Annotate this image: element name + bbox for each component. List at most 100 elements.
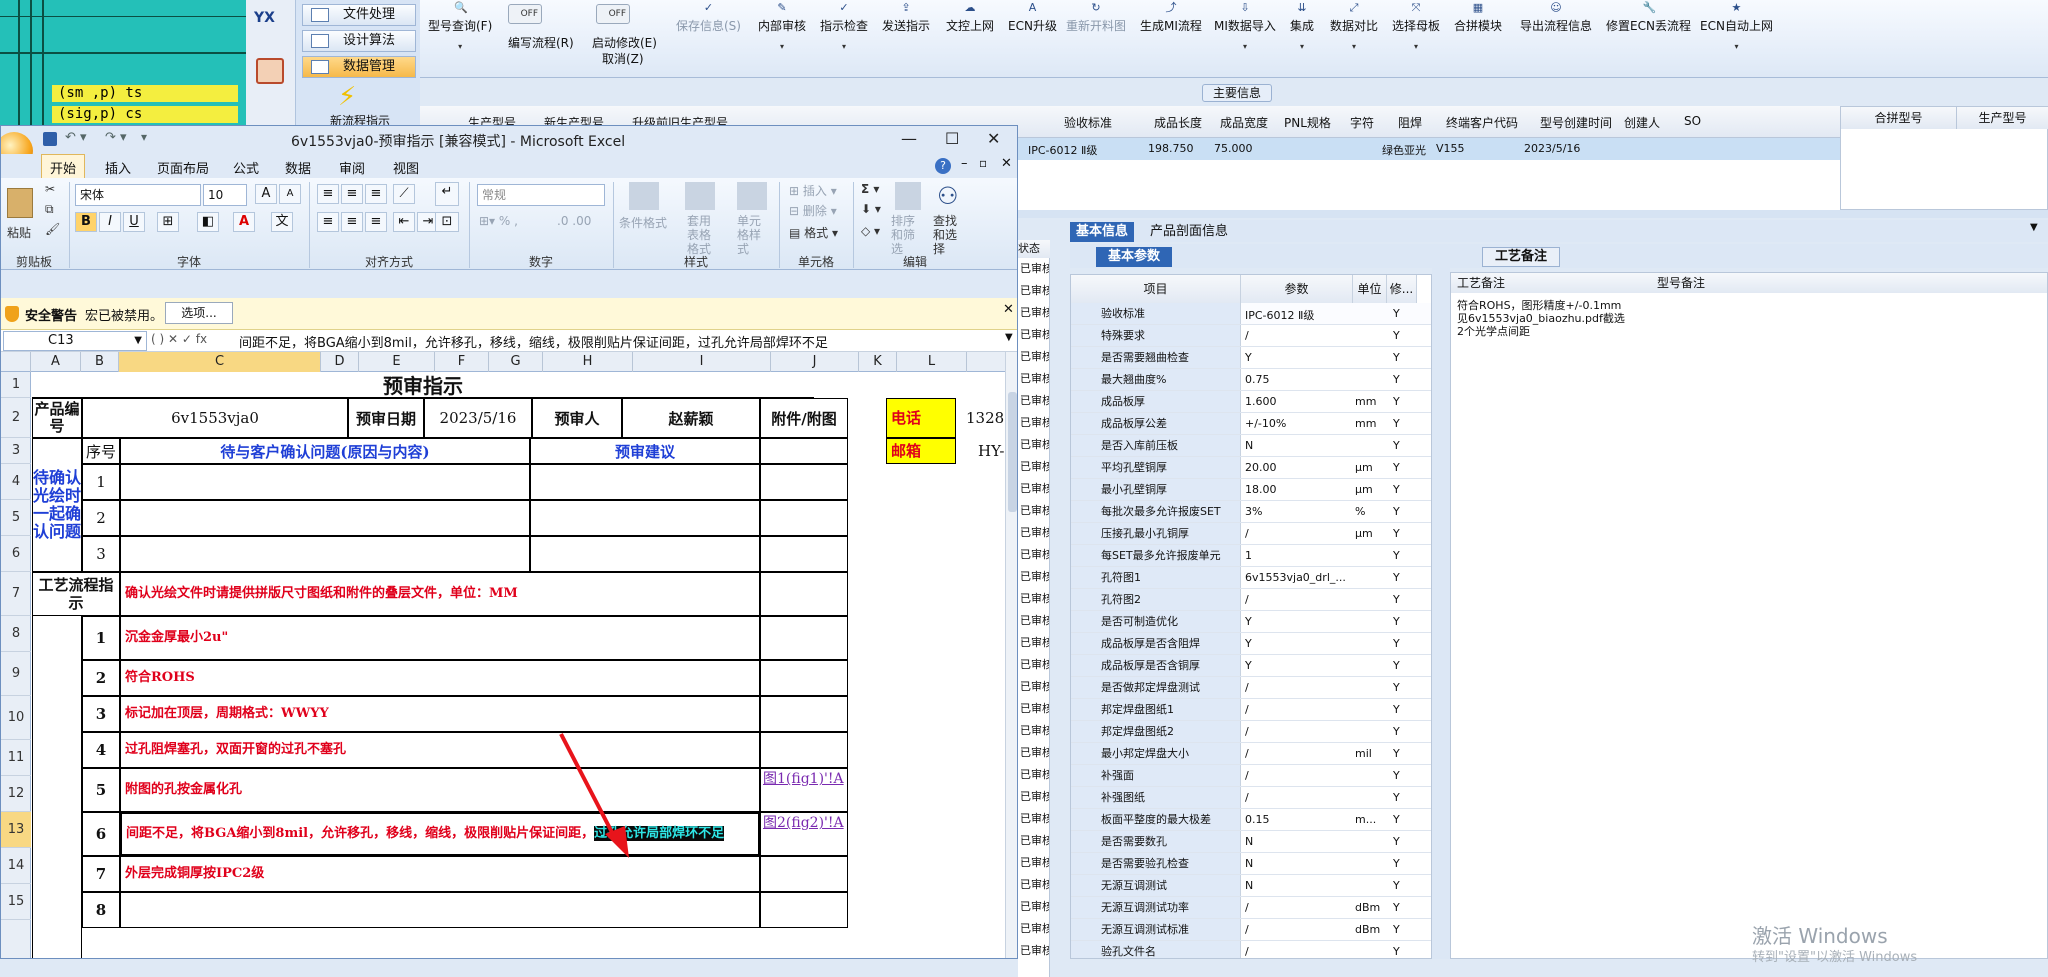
product-label[interactable]: 产品编号: [32, 398, 82, 438]
col-header-width[interactable]: 成品宽度: [1220, 114, 1268, 131]
clear-icon[interactable]: ◇ ▾: [861, 224, 880, 238]
reviewer-label[interactable]: 预审人: [532, 398, 622, 438]
suggest-cell[interactable]: [530, 464, 760, 500]
param-row[interactable]: 是否需要验孔检查 N Y: [1071, 853, 1431, 875]
param-row[interactable]: 邦定焊盘图纸2 / Y: [1071, 721, 1431, 743]
instruction-cell[interactable]: 外层完成铜厚按IPC2级: [120, 856, 760, 892]
format-painter-icon[interactable]: 🖌: [45, 222, 60, 236]
tab-basic-info[interactable]: 基本信息: [1070, 222, 1135, 242]
param-row[interactable]: 最小邦定焊盘大小 / mil Y: [1071, 743, 1431, 765]
seq-cell[interactable]: 7: [82, 856, 120, 892]
process-remark-text[interactable]: 符合ROHS，图形精度+/-0.1mm见6v1553vja0_biaozhu.p…: [1457, 299, 1627, 338]
row-header[interactable]: 1: [1, 372, 31, 398]
row-header[interactable]: 13: [1, 812, 31, 848]
status-cell[interactable]: 已审核: [1018, 918, 1049, 940]
col-header-length[interactable]: 成品长度: [1154, 114, 1202, 131]
status-header[interactable]: 状态: [1018, 240, 1050, 258]
instruction-cell[interactable]: 标记加在顶层，周期格式：WWYY: [120, 696, 760, 732]
column-header[interactable]: A: [31, 352, 81, 372]
attach-cell[interactable]: [760, 500, 848, 536]
column-header[interactable]: L: [897, 352, 967, 372]
column-header[interactable]: F: [435, 352, 489, 372]
font-size-select[interactable]: 10: [203, 184, 247, 206]
border-icon[interactable]: ⊞: [157, 212, 179, 232]
status-cell[interactable]: 已审核: [1018, 522, 1049, 544]
instruction-cell[interactable]: 符合ROHS: [120, 660, 760, 696]
italic-button[interactable]: I: [99, 212, 121, 232]
orientation-icon[interactable]: ⟋: [393, 184, 415, 204]
col-header-pnl[interactable]: PNL规格: [1284, 114, 1331, 131]
status-cell[interactable]: 已审核: [1018, 874, 1049, 896]
status-cell[interactable]: 已审核: [1018, 698, 1049, 720]
col-header-model-remark[interactable]: 型号备注: [1651, 273, 2047, 293]
seq-cell[interactable]: 5: [82, 768, 120, 812]
status-cell[interactable]: 已审核: [1018, 588, 1049, 610]
review-date[interactable]: 2023/5/16: [424, 398, 532, 438]
seq-cell[interactable]: 2: [82, 500, 120, 536]
param-row[interactable]: 最大翘曲度% 0.75 Y: [1071, 369, 1431, 391]
align-right-icon[interactable]: ≡: [365, 212, 387, 232]
scroll-thumb[interactable]: [1008, 392, 1017, 512]
tab-view[interactable]: 视图: [393, 158, 419, 177]
integrate-button[interactable]: ⇊ 集成 ▾: [1290, 2, 1314, 51]
status-cell[interactable]: 已审核: [1018, 720, 1049, 742]
worksheet-grid[interactable]: 预审指示 产品编号 6v1553vja0 预审日期 2023/5/16 预审人 …: [32, 372, 1016, 958]
attachment-link[interactable]: [760, 660, 848, 696]
fill-icon[interactable]: ⬇ ▾: [861, 202, 881, 216]
param-row[interactable]: 验孔文件名 / Y: [1071, 941, 1431, 958]
column-header[interactable]: H: [543, 352, 633, 372]
row-header[interactable]: 6: [1, 536, 31, 572]
tab-profile-info[interactable]: 产品剖面信息: [1144, 222, 1234, 242]
align-center-icon[interactable]: ≡: [341, 212, 363, 232]
instruction-cell[interactable]: 附图的孔按金属化孔: [120, 768, 760, 812]
tab-review[interactable]: 审阅: [339, 158, 365, 177]
tab-process-remark[interactable]: 工艺备注: [1482, 247, 1561, 267]
status-cell[interactable]: 已审核: [1018, 852, 1049, 874]
col-header-so[interactable]: SO: [1684, 114, 1701, 128]
align-left-icon[interactable]: ≡: [317, 212, 339, 232]
select-all-corner[interactable]: [1, 352, 31, 372]
issue-header[interactable]: 待与客户确认问题(原因与内容): [120, 438, 530, 464]
tab-insert[interactable]: 插入: [105, 158, 131, 177]
row-header[interactable]: 12: [1, 776, 31, 812]
tab-home[interactable]: 开始: [41, 154, 86, 178]
number-format-select[interactable]: 常规: [477, 184, 605, 206]
attachment-label[interactable]: 附件/附图: [760, 398, 848, 438]
col-header-mask[interactable]: 阻焊: [1398, 114, 1422, 131]
options-button[interactable]: 选项...: [165, 302, 233, 324]
param-row[interactable]: 补强图纸 / Y: [1071, 787, 1431, 809]
row-header[interactable]: 3: [1, 438, 31, 464]
paste-button[interactable]: 粘贴: [7, 224, 31, 241]
send-instruction-button[interactable]: ⇪ 发送指示: [882, 2, 930, 34]
status-cell[interactable]: 已审核: [1018, 346, 1049, 368]
seq-label[interactable]: 序号: [82, 438, 120, 464]
attachment-link[interactable]: 图1(fig1)'!A: [760, 768, 848, 812]
status-cell[interactable]: 已审核: [1018, 610, 1049, 632]
status-cell[interactable]: 已审核: [1018, 434, 1049, 456]
align-middle-icon[interactable]: ≡: [341, 184, 363, 204]
param-row[interactable]: 平均孔壁铜厚 20.00 μm Y: [1071, 457, 1431, 479]
sort-filter-icon[interactable]: [895, 182, 921, 210]
format-table-icon[interactable]: [685, 182, 715, 210]
tab-basic-params[interactable]: 基本参数: [1096, 247, 1173, 267]
cell-styles-button[interactable]: 单元格样式: [737, 214, 767, 256]
attach-cell[interactable]: [760, 572, 848, 616]
reviewer-name[interactable]: 赵薪颖: [622, 398, 760, 438]
close-button[interactable]: ✕: [987, 129, 1000, 148]
suggest-header[interactable]: 预审建议: [530, 438, 760, 464]
attachment-link[interactable]: [760, 856, 848, 892]
align-top-icon[interactable]: ≡: [317, 184, 339, 204]
align-bottom-icon[interactable]: ≡: [365, 184, 387, 204]
quick-access-dropdown[interactable]: ▾: [141, 130, 147, 144]
column-header[interactable]: K: [859, 352, 897, 372]
ecn-upgrade-button[interactable]: A ECN升级: [1008, 2, 1057, 34]
save-info-button[interactable]: ✓ 保存信息(S): [676, 2, 741, 34]
seq-cell[interactable]: 3: [82, 696, 120, 732]
flow-left-cell[interactable]: [32, 616, 82, 958]
ribbon-minimize-button[interactable]: –: [961, 156, 968, 171]
param-row[interactable]: 压接孔最小孔铜厚 / μm Y: [1071, 523, 1431, 545]
param-row[interactable]: 特殊要求 / Y: [1071, 325, 1431, 347]
row-header[interactable]: 2: [1, 398, 31, 438]
font-color-icon[interactable]: A: [233, 212, 255, 232]
param-row[interactable]: 板面平整度的最大极差 0.15 m... Y: [1071, 809, 1431, 831]
